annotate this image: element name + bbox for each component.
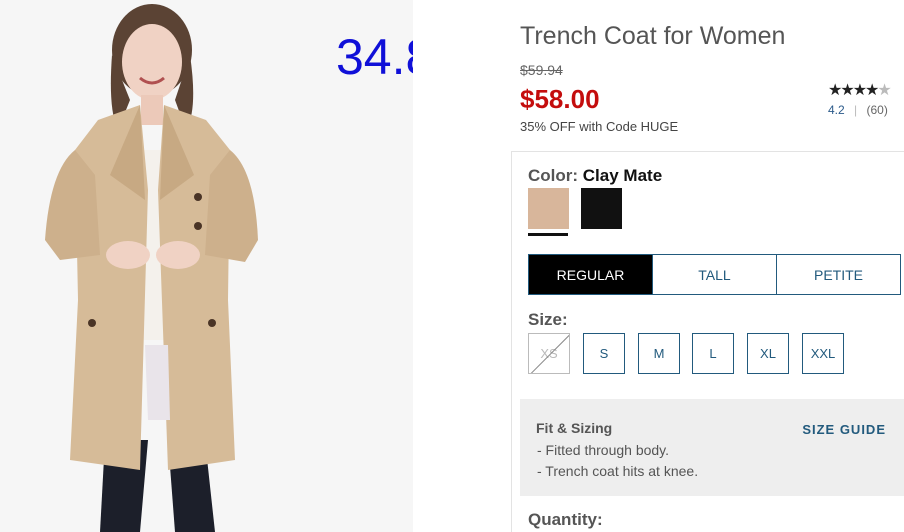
star-icon: ★ bbox=[828, 82, 842, 99]
product-title: Trench Coat for Women bbox=[520, 22, 786, 50]
quantity-label: Quantity: bbox=[528, 510, 603, 529]
size-option-label: XXL bbox=[810, 346, 836, 361]
original-price: $59.94 bbox=[520, 62, 563, 78]
size-guide-link[interactable]: SIZE GUIDE bbox=[802, 422, 886, 437]
star-empty-icon: ★ bbox=[877, 82, 891, 99]
rating-value[interactable]: 4.2 bbox=[828, 103, 845, 117]
fit-sizing-box: Fit & Sizing SIZE GUIDE - Fitted through… bbox=[520, 399, 904, 496]
size-option-l[interactable]: L bbox=[692, 333, 734, 374]
size-option-label: L bbox=[709, 346, 717, 361]
size-option-xl[interactable]: XL bbox=[747, 333, 789, 374]
tab-tall[interactable]: TALL bbox=[652, 255, 776, 294]
color-swatch-clay-mate[interactable] bbox=[528, 188, 569, 229]
size-option-s[interactable]: S bbox=[583, 333, 625, 374]
promo-text: 35% OFF with Code HUGE bbox=[520, 119, 679, 134]
fit-sizing-heading: Fit & Sizing bbox=[536, 420, 613, 436]
tab-petite[interactable]: PETITE bbox=[776, 255, 900, 294]
sale-price: $58.00 bbox=[520, 84, 600, 114]
color-label: Color: Clay Mate bbox=[528, 166, 662, 186]
fit-detail-line: - Fitted through body. bbox=[537, 442, 670, 458]
size-option-label: S bbox=[599, 346, 609, 361]
review-count[interactable]: (60) bbox=[867, 103, 888, 117]
size-option-m[interactable]: M bbox=[638, 333, 680, 374]
star-icon: ★ bbox=[852, 82, 867, 99]
selected-color-name: Clay Mate bbox=[582, 166, 663, 185]
star-icon: ★ bbox=[840, 82, 854, 99]
tab-regular[interactable]: REGULAR bbox=[529, 255, 652, 294]
star-rating-icons: ★★★★★ bbox=[828, 80, 900, 100]
product-image[interactable]: 34.80 bbox=[0, 0, 413, 532]
unavailable-strike bbox=[530, 334, 569, 373]
selected-swatch-indicator bbox=[528, 233, 568, 236]
color-swatch-black[interactable] bbox=[581, 188, 622, 229]
size-label: Size: bbox=[528, 310, 568, 329]
size-option-xxl[interactable]: XXL bbox=[802, 333, 844, 374]
fit-type-tabs: REGULAR TALL PETITE bbox=[528, 254, 901, 295]
fit-detail-line: - Trench coat hits at knee. bbox=[537, 463, 699, 479]
size-option-label: M bbox=[653, 346, 665, 361]
overlay-price-text: 34.80 bbox=[336, 29, 413, 85]
size-option-xs[interactable]: XS bbox=[528, 333, 570, 374]
color-label-text: Color: bbox=[528, 166, 579, 185]
rating-divider: | bbox=[854, 103, 858, 117]
star-icon: ★ bbox=[865, 82, 879, 99]
product-rating[interactable]: ★★★★★ 4.2 | (60) bbox=[828, 80, 900, 117]
size-option-label: XL bbox=[760, 346, 776, 361]
